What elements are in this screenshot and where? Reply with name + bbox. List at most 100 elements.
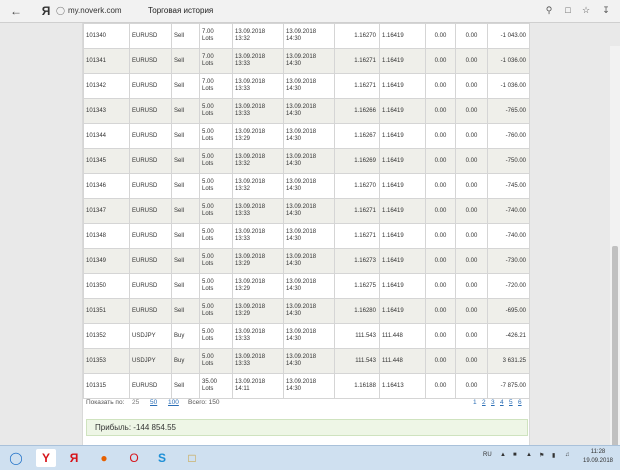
- back-icon[interactable]: ←: [8, 3, 24, 19]
- trade-value-b-line1: 0.00: [465, 282, 478, 289]
- trade-type: Sell: [171, 373, 200, 399]
- yandex-browser-icon[interactable]: Y: [36, 449, 56, 467]
- trade-close-price-line1: 1.16419: [382, 57, 404, 64]
- trade-id-line1: 101347: [86, 207, 107, 214]
- trade-close-price: 1.16413: [379, 373, 426, 399]
- opera-icon[interactable]: O: [124, 449, 144, 467]
- trade-type: Sell: [171, 223, 200, 249]
- trade-profit: -765.00: [487, 98, 530, 124]
- tray-network-icon[interactable]: ▲: [526, 452, 532, 458]
- trade-close-price-line1: 1.16419: [382, 82, 404, 89]
- trade-close-price-line1: 1.16419: [382, 182, 404, 189]
- folder-icon[interactable]: □: [182, 449, 202, 467]
- page-1[interactable]: 1: [473, 399, 477, 406]
- trade-profit-line1: -740.00: [505, 207, 526, 214]
- trade-id-line1: 101341: [86, 57, 107, 64]
- profit-text: Прибыль: -144 854.55: [95, 423, 176, 432]
- trade-id-line1: 101351: [86, 307, 107, 314]
- page-viewport: 101340 EURUSD Sell 7.00 Lots 13.09.2018 13:32 1…: [0, 23, 620, 468]
- page-6[interactable]: 6: [518, 399, 522, 406]
- trade-close-time-line2: 14:30: [286, 61, 302, 67]
- trade-type: Buy: [171, 348, 200, 374]
- page-2[interactable]: 2: [482, 399, 486, 406]
- table-row: 101345 EURUSD Sell 5.00 Lots 13.09.2018 13:32 1…: [83, 148, 530, 174]
- trade-history-table: 101340 EURUSD Sell 7.00 Lots 13.09.2018 13:32 1…: [83, 23, 530, 399]
- tray-signal-icon[interactable]: ▮: [552, 452, 555, 459]
- yandex-icon[interactable]: Я: [64, 449, 84, 467]
- star-icon[interactable]: ☆: [580, 4, 592, 16]
- page-3[interactable]: 3: [491, 399, 495, 406]
- trade-lots-line2: Lots: [202, 186, 214, 192]
- trade-value-b-line1: 0.00: [465, 157, 478, 164]
- page-size-100[interactable]: 100: [168, 399, 179, 406]
- trade-profit-line1: -760.00: [505, 132, 526, 139]
- trade-lots: 5.00 Lots: [199, 298, 233, 324]
- trade-close-time: 13.09.2018 14:30: [283, 348, 335, 374]
- table-row: 101315 EURUSD Sell 35.00 Lots 13.09.2018 14:11…: [83, 373, 530, 399]
- key-icon[interactable]: ⚲: [543, 4, 555, 16]
- system-clock[interactable]: 11:28 19.09.2018: [578, 448, 618, 466]
- trade-open-time-line2: 14:11: [235, 386, 250, 392]
- trade-close-time-line2: 14:30: [286, 286, 302, 292]
- trade-id: 101341: [83, 48, 130, 74]
- trade-open-price: 1.16270: [334, 173, 380, 199]
- download-icon[interactable]: ↧: [600, 4, 612, 16]
- trade-open-price-line1: 1.16271: [354, 82, 376, 89]
- start-button-icon[interactable]: ◯: [6, 449, 26, 467]
- trade-value-b-line1: 0.00: [465, 307, 478, 314]
- trade-close-time-line1: 13.09.2018: [286, 104, 317, 110]
- firefox-icon[interactable]: ●: [94, 449, 114, 467]
- trade-close-time: 13.09.2018 14:30: [283, 98, 335, 124]
- trade-lots: 5.00 Lots: [199, 173, 233, 199]
- trade-open-time: 13.09.2018 13:33: [232, 348, 284, 374]
- tray-app-icon[interactable]: ■: [513, 452, 517, 458]
- trade-close-time-line2: 14:30: [286, 111, 302, 117]
- tray-volume-icon[interactable]: ♫: [565, 452, 570, 458]
- trade-symbol-line1: EURUSD: [132, 182, 158, 189]
- trade-close-time-line2: 14:30: [286, 336, 302, 342]
- table-row: 101351 EURUSD Sell 5.00 Lots 13.09.2018 13:29 1…: [83, 298, 530, 324]
- trade-open-price: 1.16188: [334, 373, 380, 399]
- trade-type-line1: Sell: [174, 57, 185, 64]
- trade-value-b: 0.00: [455, 73, 488, 99]
- trade-value-b-line1: 0.00: [465, 107, 478, 114]
- trade-open-price: 111.543: [334, 348, 380, 374]
- page-size-25[interactable]: 25: [132, 399, 139, 406]
- trade-lots-line1: 5.00: [202, 254, 214, 260]
- tray-flag-icon[interactable]: ⚑: [539, 452, 544, 459]
- trade-symbol-line1: EURUSD: [132, 132, 158, 139]
- page-4[interactable]: 4: [500, 399, 504, 406]
- trade-type-line1: Sell: [174, 107, 185, 114]
- trade-type-line1: Sell: [174, 207, 185, 214]
- trade-lots-line1: 7.00: [202, 54, 214, 60]
- trade-open-time-line2: 13:32: [235, 161, 251, 167]
- trade-close-price-line1: 1.16419: [382, 207, 404, 214]
- trade-close-price: 1.16419: [379, 148, 426, 174]
- trade-symbol: EURUSD: [129, 223, 172, 249]
- tray-arrow-icon[interactable]: ▲: [500, 452, 506, 458]
- trade-value-b-line1: 0.00: [465, 82, 478, 89]
- skype-icon[interactable]: S: [152, 449, 172, 467]
- yandex-logo-icon[interactable]: Я: [38, 3, 54, 19]
- trade-lots-line1: 5.00: [202, 229, 214, 235]
- trade-lots: 5.00 Lots: [199, 198, 233, 224]
- page-5[interactable]: 5: [509, 399, 513, 406]
- trade-id: 101348: [83, 223, 130, 249]
- bookmark-icon[interactable]: □: [562, 4, 574, 16]
- trade-value-a: 0.00: [425, 73, 456, 99]
- trade-symbol-line1: EURUSD: [132, 207, 158, 214]
- trade-lots-line1: 5.00: [202, 204, 214, 210]
- language-indicator[interactable]: RU: [483, 452, 492, 458]
- trade-value-a: 0.00: [425, 298, 456, 324]
- trade-profit-line1: -730.00: [505, 257, 526, 264]
- trade-open-time-line1: 13.09.2018: [235, 329, 266, 335]
- page-size-50[interactable]: 50: [150, 399, 157, 406]
- scrollbar[interactable]: [610, 46, 620, 468]
- trade-close-price: 1.16419: [379, 73, 426, 99]
- trade-lots: 5.00 Lots: [199, 98, 233, 124]
- trade-lots-line1: 5.00: [202, 179, 214, 185]
- trade-value-b: 0.00: [455, 48, 488, 74]
- trade-close-price-line1: 1.16413: [382, 382, 404, 389]
- trade-close-time-line2: 14:30: [286, 36, 302, 42]
- scrollbar-thumb[interactable]: [612, 246, 618, 456]
